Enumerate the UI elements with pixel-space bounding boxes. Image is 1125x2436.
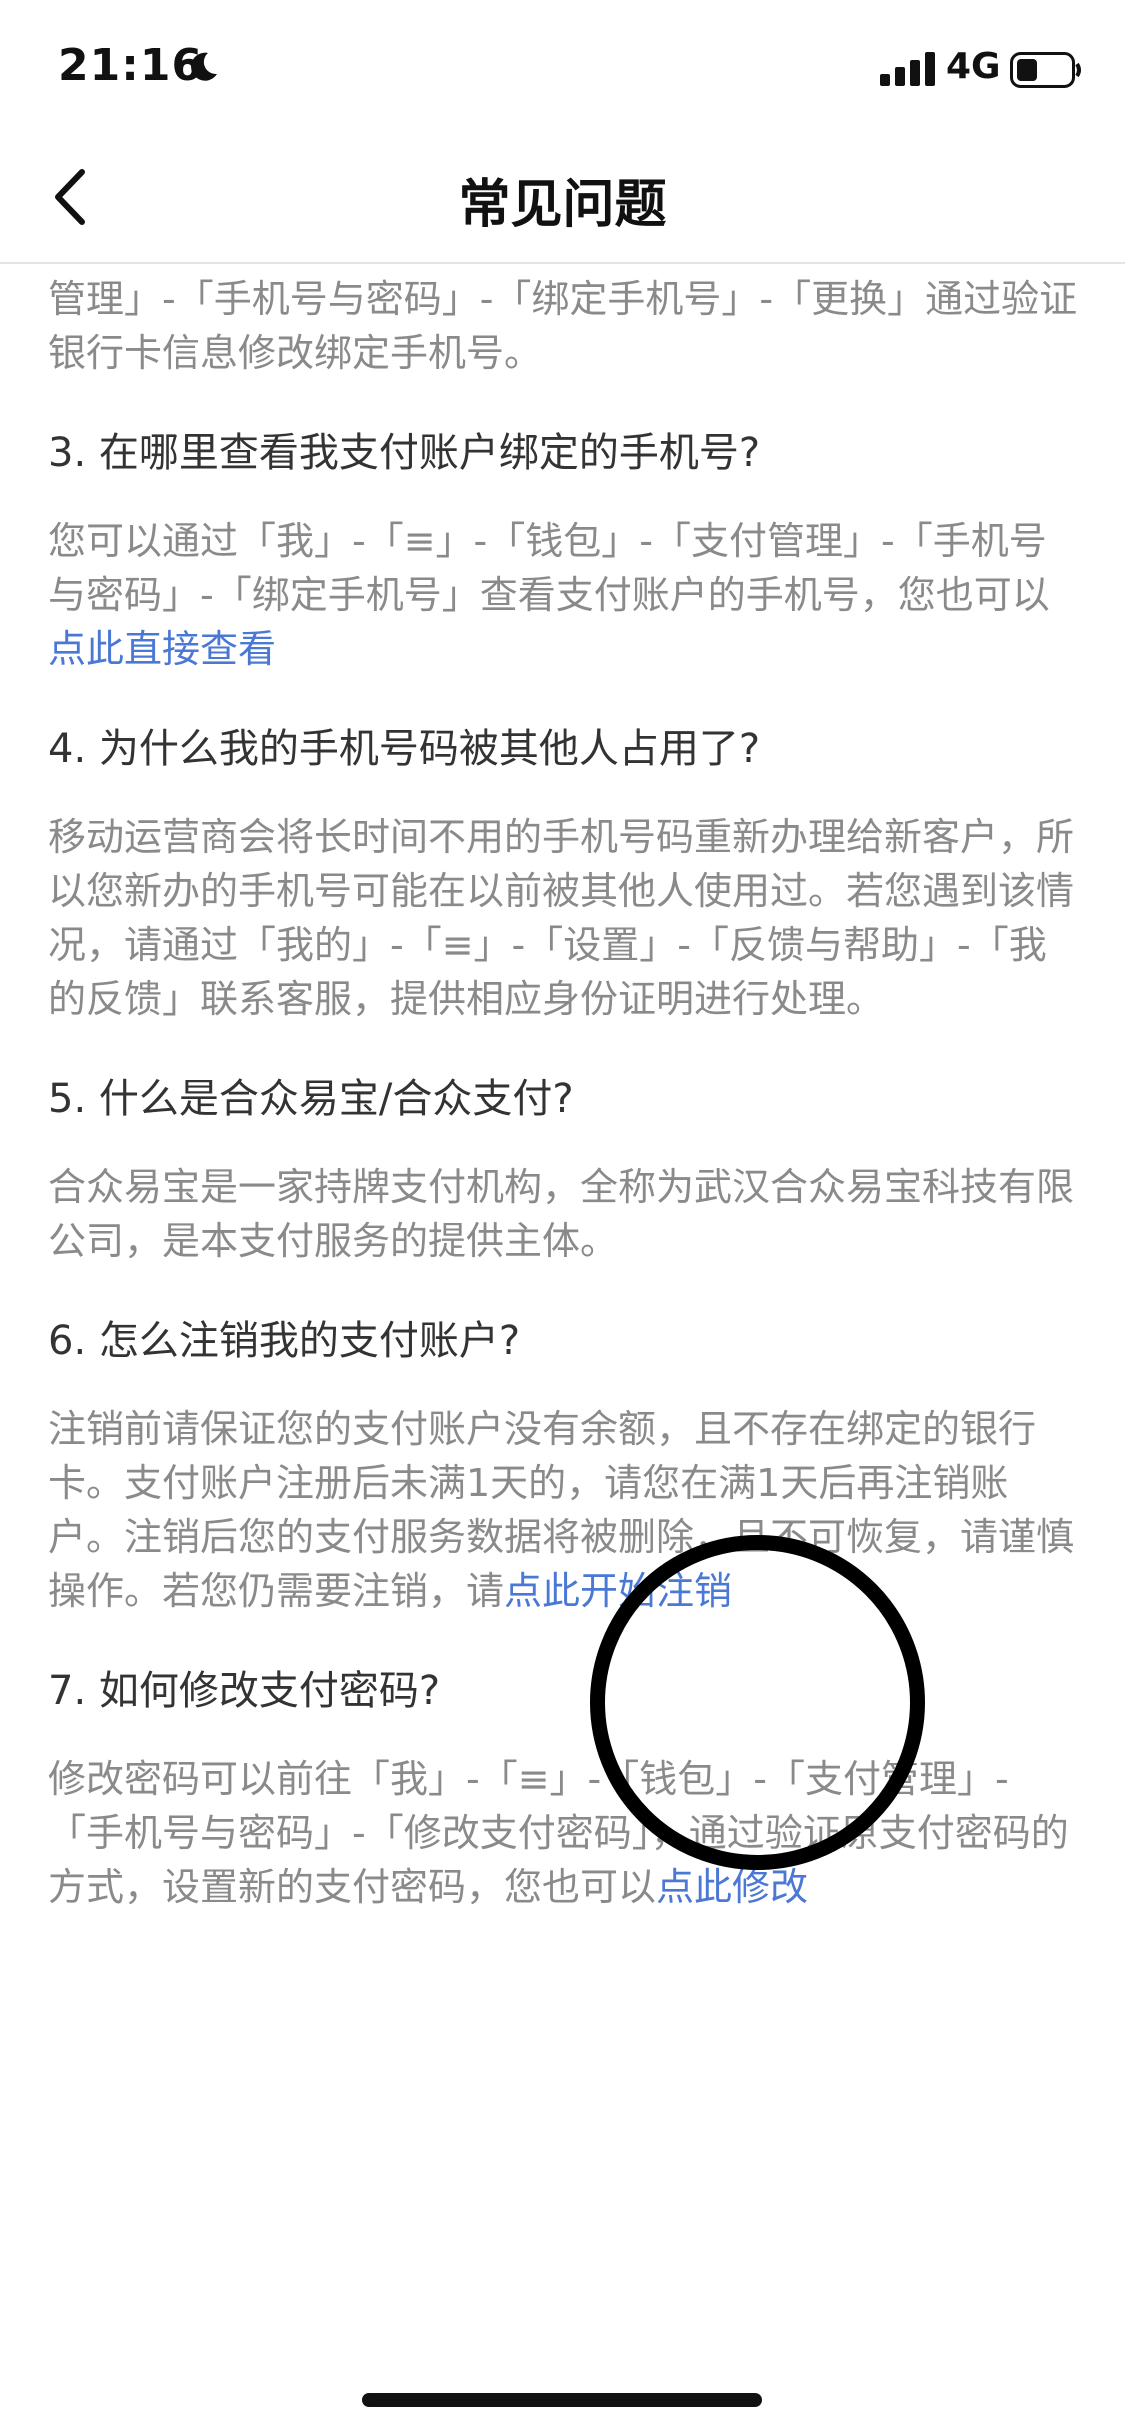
start-cancellation-link[interactable]: 点此开始注销 [504,1569,732,1613]
previous-answer-tail: 管理」-「手机号与密码」-「绑定手机号」-「更换」通过验证银行卡信息修改绑定手机… [48,277,1078,375]
network-label: 4G [946,46,1001,87]
home-indicator[interactable] [362,2393,762,2407]
faq-answer-5: 合众易宝是一家持牌支付机构，全称为武汉合众易宝科技有限公司，是本支付服务的提供主… [48,1165,1075,1263]
faq-question-6: 6. 怎么注销我的支付账户? [48,1318,521,1364]
faq-question-4: 4. 为什么我的手机号码被其他人占用了? [48,726,761,772]
moon-icon [191,52,217,81]
nav-bar: 常见问题 [0,132,1125,264]
signal-icon [880,52,935,86]
status-time: 21:16 [58,40,204,91]
faq-answer-3-text: 您可以通过「我」-「≡」-「钱包」-「支付管理」-「手机号与密码」-「绑定手机号… [48,519,1050,617]
page-title: 常见问题 [458,175,667,235]
view-phone-link[interactable]: 点此直接查看 [48,627,276,671]
faq-question-7: 7. 如何修改支付密码? [48,1668,441,1714]
modify-password-link[interactable]: 点此修改 [656,1865,808,1909]
faq-answer-7: 修改密码可以前往「我」-「≡」-「钱包」-「支付管理」-「手机号与密码」-「修改… [48,1752,1078,1914]
faq-answer-3: 您可以通过「我」-「≡」-「钱包」-「支付管理」-「手机号与密码」-「绑定手机号… [48,514,1078,676]
faq-question-3: 3. 在哪里查看我支付账户绑定的手机号? [48,430,761,476]
faq-answer-6: 注销前请保证您的支付账户没有余额，且不存在绑定的银行卡。支付账户注册后未满1天的… [48,1402,1078,1618]
battery-icon [1010,52,1081,88]
faq-content: 管理」-「手机号与密码」-「绑定手机号」-「更换」通过验证银行卡信息修改绑定手机… [48,264,1078,1914]
status-bar: 21:16 4G [0,0,1125,132]
faq-answer-4: 移动运营商会将长时间不用的手机号码重新办理给新客户，所以您新办的手机号可能在以前… [48,815,1075,1021]
faq-question-5: 5. 什么是合众易宝/合众支付? [48,1076,574,1122]
faq-answer-7-text: 修改密码可以前往「我」-「≡」-「钱包」-「支付管理」-「手机号与密码」-「修改… [48,1757,1069,1909]
